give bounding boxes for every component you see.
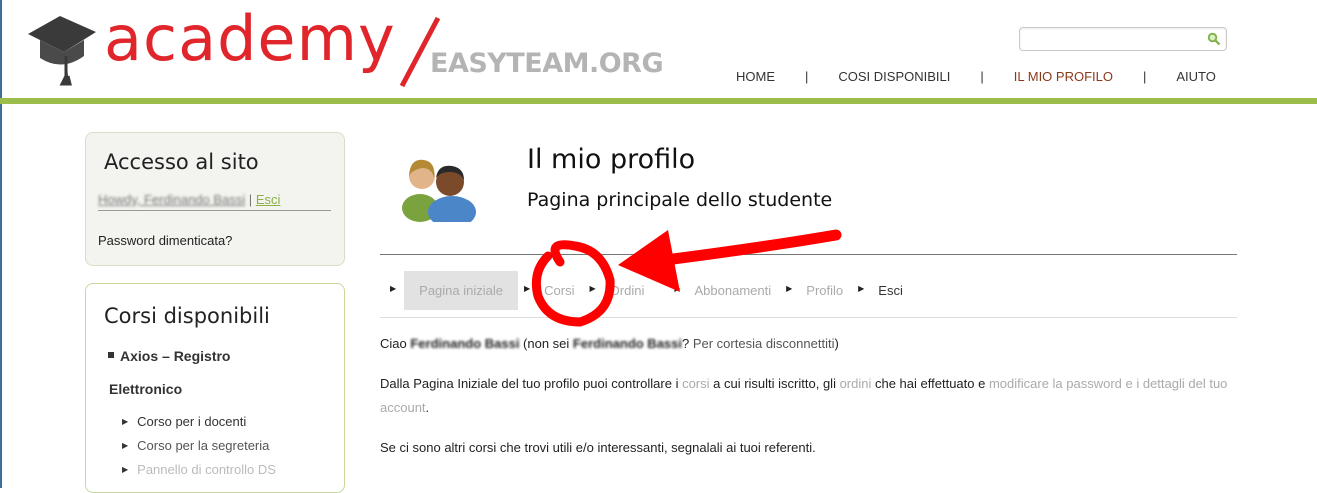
triangle-bullet-icon: ▶ <box>122 441 129 450</box>
tab-ordini[interactable]: Ordini <box>604 271 675 310</box>
page-title: Il mio profilo <box>527 144 696 175</box>
tab-esci[interactable]: Esci <box>872 271 918 310</box>
login-widget: Accesso al sito Howdy, Ferdinando Bassi … <box>85 132 345 266</box>
intro-text: Dalla Pagina Iniziale del tuo profilo pu… <box>380 376 1228 415</box>
search-input[interactable] <box>1024 29 1208 51</box>
triangle-bullet-icon: ▶ <box>674 283 681 293</box>
ordini-link[interactable]: ordini <box>840 376 872 391</box>
course-category-elettronico[interactable]: Elettronico <box>109 381 182 397</box>
note-text: Se ci sono altri corsi che trovi utili e… <box>380 440 816 455</box>
nav-separator: | <box>980 68 984 84</box>
triangle-bullet-icon: ▶ <box>122 465 129 474</box>
search-box[interactable] <box>1019 27 1227 51</box>
page-subtitle: Pagina principale dello studente <box>527 189 833 211</box>
site-logo[interactable]: academy EASYTEAM.ORG <box>26 2 726 98</box>
triangle-bullet-icon: ▶ <box>122 417 129 426</box>
courses-widget-title: Corsi disponibili <box>104 304 270 328</box>
course-item[interactable]: ▶ Pannello di controllo DS <box>122 462 276 477</box>
sidebar-logout-link[interactable]: Esci <box>256 192 281 207</box>
login-widget-title: Accesso al sito <box>104 150 259 174</box>
square-bullet-icon <box>108 352 114 359</box>
triangle-bullet-icon: ▶ <box>786 283 793 293</box>
logo-main-text: academy <box>104 2 396 75</box>
nav-home[interactable]: HOME <box>722 69 789 84</box>
users-avatar-icon <box>402 159 476 222</box>
howdy-line: Howdy, Ferdinando Bassi | Esci <box>98 192 281 207</box>
triangle-bullet-icon: ▶ <box>524 283 531 293</box>
user-name: Ferdinando Bassi <box>572 336 682 351</box>
howdy-user-link[interactable]: Howdy, Ferdinando Bassi <box>98 192 245 207</box>
nav-aiuto[interactable]: AIUTO <box>1162 69 1230 84</box>
tab-abbonamenti[interactable]: Abbonamenti <box>689 271 787 310</box>
main-divider <box>380 254 1237 255</box>
user-name: Ferdinando Bassi <box>410 336 520 351</box>
disconnect-link[interactable]: Per cortesia disconnettiti <box>693 336 835 351</box>
window-edge <box>0 0 2 488</box>
nav-il-mio-profilo[interactable]: IL MIO PROFILO <box>1000 69 1127 84</box>
logo-sub-text: EASYTEAM.ORG <box>430 48 664 79</box>
nav-separator: | <box>1142 68 1147 84</box>
nav-separator: | <box>805 68 809 84</box>
courses-widget: Corsi disponibili Axios – Registro Elett… <box>85 283 345 493</box>
triangle-bullet-icon: ▶ <box>589 283 596 293</box>
header-divider <box>0 98 1317 104</box>
tab-corsi[interactable]: Corsi <box>538 271 589 310</box>
lost-password-link[interactable]: Password dimenticata? <box>98 233 232 248</box>
tab-pagina-iniziale[interactable]: Pagina iniziale <box>404 270 518 310</box>
greeting-text: Ciao Ferdinando Bassi (non sei Ferdinand… <box>380 336 839 351</box>
search-icon[interactable] <box>1207 32 1221 46</box>
top-navigation: HOME | COSI DISPONIBILI | IL MIO PROFILO… <box>722 67 1230 85</box>
tab-profilo[interactable]: Profilo <box>800 271 858 310</box>
course-item[interactable]: ▶ Corso per la segreteria <box>122 438 269 453</box>
triangle-bullet-icon: ▶ <box>858 283 865 293</box>
widget-divider <box>98 210 331 211</box>
corsi-link[interactable]: corsi <box>682 376 709 391</box>
tabs-divider <box>380 317 1237 318</box>
profile-tabs: ▶ Pagina iniziale ▶ Corsi ▶ Ordini ▶ Abb… <box>390 270 918 310</box>
course-category-axios[interactable]: Axios – Registro <box>108 348 230 364</box>
graduation-cap-icon <box>28 16 96 86</box>
nav-corsi-disponibili[interactable]: COSI DISPONIBILI <box>824 69 964 84</box>
triangle-bullet-icon: ▶ <box>390 283 397 293</box>
course-item[interactable]: ▶ Corso per i docenti <box>122 414 246 429</box>
